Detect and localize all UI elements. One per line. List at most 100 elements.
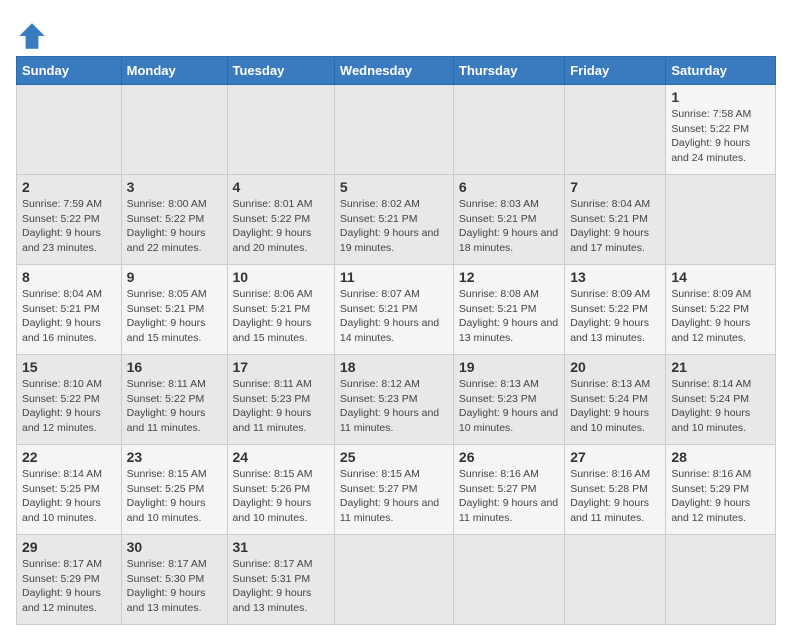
calendar-cell: 17 Sunrise: 8:11 AMSunset: 5:23 PMDayligh… bbox=[227, 355, 334, 445]
calendar-cell bbox=[334, 535, 453, 625]
day-number: 18 bbox=[340, 359, 448, 375]
day-number: 13 bbox=[570, 269, 660, 285]
calendar-cell: 11 Sunrise: 8:07 AMSunset: 5:21 PMDayligh… bbox=[334, 265, 453, 355]
day-number: 21 bbox=[671, 359, 770, 375]
day-detail: Sunrise: 8:16 AMSunset: 5:27 PMDaylight:… bbox=[459, 467, 559, 526]
calendar-cell: 31Sunrise: 8:17 AMSunset: 5:31 PMDayligh… bbox=[227, 535, 334, 625]
day-number: 15 bbox=[22, 359, 116, 375]
calendar-cell: 22Sunrise: 8:14 AMSunset: 5:25 PMDayligh… bbox=[17, 445, 122, 535]
day-number: 19 bbox=[459, 359, 559, 375]
logo-icon bbox=[16, 20, 48, 52]
day-number: 28 bbox=[671, 449, 770, 465]
col-header-wednesday: Wednesday bbox=[334, 57, 453, 85]
day-number: 3 bbox=[127, 179, 222, 195]
calendar-table: SundayMondayTuesdayWednesdayThursdayFrid… bbox=[16, 56, 776, 625]
logo bbox=[16, 20, 52, 52]
calendar-cell: 10Sunrise: 8:06 AMSunset: 5:21 PMDayligh… bbox=[227, 265, 334, 355]
col-header-sunday: Sunday bbox=[17, 57, 122, 85]
day-number: 20 bbox=[570, 359, 660, 375]
day-detail: Sunrise: 8:16 AMSunset: 5:29 PMDaylight:… bbox=[671, 467, 770, 526]
calendar-cell bbox=[334, 85, 453, 175]
day-number: 16 bbox=[127, 359, 222, 375]
day-detail: Sunrise: 8:10 AMSunset: 5:22 PMDaylight:… bbox=[22, 377, 116, 436]
calendar-cell: 30 Sunrise: 8:17 AMSunset: 5:30 PMDayligh… bbox=[121, 535, 227, 625]
calendar-cell: 6 Sunrise: 8:03 AMSunset: 5:21 PMDaylight… bbox=[453, 175, 564, 265]
calendar-cell: 13 Sunrise: 8:09 AMSunset: 5:22 PMDayligh… bbox=[565, 265, 666, 355]
day-number: 22 bbox=[22, 449, 116, 465]
col-header-monday: Monday bbox=[121, 57, 227, 85]
col-header-thursday: Thursday bbox=[453, 57, 564, 85]
calendar-cell: 21 Sunrise: 8:14 AMSunset: 5:24 PMDayligh… bbox=[666, 355, 776, 445]
calendar-cell: 24 Sunrise: 8:15 AMSunset: 5:26 PMDayligh… bbox=[227, 445, 334, 535]
day-number: 7 bbox=[570, 179, 660, 195]
day-detail: Sunrise: 8:09 AMSunset: 5:22 PMDaylight:… bbox=[671, 287, 770, 346]
calendar-cell: 8Sunrise: 8:04 AMSunset: 5:21 PMDaylight… bbox=[17, 265, 122, 355]
calendar-cell: 2 Sunrise: 7:59 AMSunset: 5:22 PMDaylight… bbox=[17, 175, 122, 265]
calendar-cell: 23 Sunrise: 8:15 AMSunset: 5:25 PMDayligh… bbox=[121, 445, 227, 535]
day-detail: Sunrise: 8:12 AMSunset: 5:23 PMDaylight:… bbox=[340, 377, 448, 436]
day-number: 26 bbox=[459, 449, 559, 465]
day-detail: Sunrise: 8:13 AMSunset: 5:23 PMDaylight:… bbox=[459, 377, 559, 436]
day-number: 1 bbox=[671, 89, 770, 105]
day-detail: Sunrise: 7:58 AMSunset: 5:22 PMDaylight:… bbox=[671, 107, 770, 166]
calendar-cell: 28 Sunrise: 8:16 AMSunset: 5:29 PMDayligh… bbox=[666, 445, 776, 535]
day-detail: Sunrise: 8:03 AMSunset: 5:21 PMDaylight:… bbox=[459, 197, 559, 256]
day-number: 6 bbox=[459, 179, 559, 195]
calendar-cell: 27 Sunrise: 8:16 AMSunset: 5:28 PMDayligh… bbox=[565, 445, 666, 535]
day-detail: Sunrise: 8:07 AMSunset: 5:21 PMDaylight:… bbox=[340, 287, 448, 346]
day-detail: Sunrise: 8:15 AMSunset: 5:26 PMDaylight:… bbox=[233, 467, 329, 526]
day-number: 17 bbox=[233, 359, 329, 375]
calendar-cell: 29 Sunrise: 8:17 AMSunset: 5:29 PMDayligh… bbox=[17, 535, 122, 625]
day-number: 30 bbox=[127, 539, 222, 555]
day-number: 29 bbox=[22, 539, 116, 555]
calendar-cell bbox=[453, 535, 564, 625]
calendar-cell: 15 Sunrise: 8:10 AMSunset: 5:22 PMDayligh… bbox=[17, 355, 122, 445]
calendar-cell bbox=[565, 535, 666, 625]
calendar-cell bbox=[565, 85, 666, 175]
day-detail: Sunrise: 8:02 AMSunset: 5:21 PMDaylight:… bbox=[340, 197, 448, 256]
day-detail: Sunrise: 8:14 AMSunset: 5:24 PMDaylight:… bbox=[671, 377, 770, 436]
day-detail: Sunrise: 8:15 AMSunset: 5:25 PMDaylight:… bbox=[127, 467, 222, 526]
day-number: 31 bbox=[233, 539, 329, 555]
day-detail: Sunrise: 8:17 AMSunset: 5:29 PMDaylight:… bbox=[22, 557, 116, 616]
day-detail: Sunrise: 8:04 AMSunset: 5:21 PMDaylight:… bbox=[570, 197, 660, 256]
day-number: 5 bbox=[340, 179, 448, 195]
day-number: 23 bbox=[127, 449, 222, 465]
day-detail: Sunrise: 8:04 AMSunset: 5:21 PMDaylight:… bbox=[22, 287, 116, 346]
calendar-cell: 26 Sunrise: 8:16 AMSunset: 5:27 PMDayligh… bbox=[453, 445, 564, 535]
calendar-cell: 7 Sunrise: 8:04 AMSunset: 5:21 PMDaylight… bbox=[565, 175, 666, 265]
day-number: 12 bbox=[459, 269, 559, 285]
day-number: 24 bbox=[233, 449, 329, 465]
day-number: 4 bbox=[233, 179, 329, 195]
calendar-cell: 14 Sunrise: 8:09 AMSunset: 5:22 PMDayligh… bbox=[666, 265, 776, 355]
calendar-cell: 16 Sunrise: 8:11 AMSunset: 5:22 PMDayligh… bbox=[121, 355, 227, 445]
day-detail: Sunrise: 8:17 AMSunset: 5:30 PMDaylight:… bbox=[127, 557, 222, 616]
day-number: 14 bbox=[671, 269, 770, 285]
day-number: 9 bbox=[127, 269, 222, 285]
calendar-cell bbox=[453, 85, 564, 175]
calendar-cell: 19 Sunrise: 8:13 AMSunset: 5:23 PMDayligh… bbox=[453, 355, 564, 445]
day-detail: Sunrise: 7:59 AMSunset: 5:22 PMDaylight:… bbox=[22, 197, 116, 256]
day-detail: Sunrise: 8:05 AMSunset: 5:21 PMDaylight:… bbox=[127, 287, 222, 346]
day-detail: Sunrise: 8:09 AMSunset: 5:22 PMDaylight:… bbox=[570, 287, 660, 346]
day-detail: Sunrise: 8:11 AMSunset: 5:23 PMDaylight:… bbox=[233, 377, 329, 436]
calendar-cell bbox=[227, 85, 334, 175]
day-number: 25 bbox=[340, 449, 448, 465]
header bbox=[16, 16, 776, 52]
calendar-cell: 4Sunrise: 8:01 AMSunset: 5:22 PMDaylight… bbox=[227, 175, 334, 265]
col-header-tuesday: Tuesday bbox=[227, 57, 334, 85]
calendar-cell: 1 Sunrise: 7:58 AMSunset: 5:22 PMDaylight… bbox=[666, 85, 776, 175]
day-detail: Sunrise: 8:06 AMSunset: 5:21 PMDaylight:… bbox=[233, 287, 329, 346]
calendar-cell: 18 Sunrise: 8:12 AMSunset: 5:23 PMDayligh… bbox=[334, 355, 453, 445]
day-detail: Sunrise: 8:11 AMSunset: 5:22 PMDaylight:… bbox=[127, 377, 222, 436]
col-header-friday: Friday bbox=[565, 57, 666, 85]
day-number: 27 bbox=[570, 449, 660, 465]
day-detail: Sunrise: 8:13 AMSunset: 5:24 PMDaylight:… bbox=[570, 377, 660, 436]
col-header-saturday: Saturday bbox=[666, 57, 776, 85]
calendar-cell: 20 Sunrise: 8:13 AMSunset: 5:24 PMDayligh… bbox=[565, 355, 666, 445]
calendar-cell bbox=[666, 175, 776, 265]
day-detail: Sunrise: 8:08 AMSunset: 5:21 PMDaylight:… bbox=[459, 287, 559, 346]
day-number: 2 bbox=[22, 179, 116, 195]
day-detail: Sunrise: 8:16 AMSunset: 5:28 PMDaylight:… bbox=[570, 467, 660, 526]
day-number: 11 bbox=[340, 269, 448, 285]
